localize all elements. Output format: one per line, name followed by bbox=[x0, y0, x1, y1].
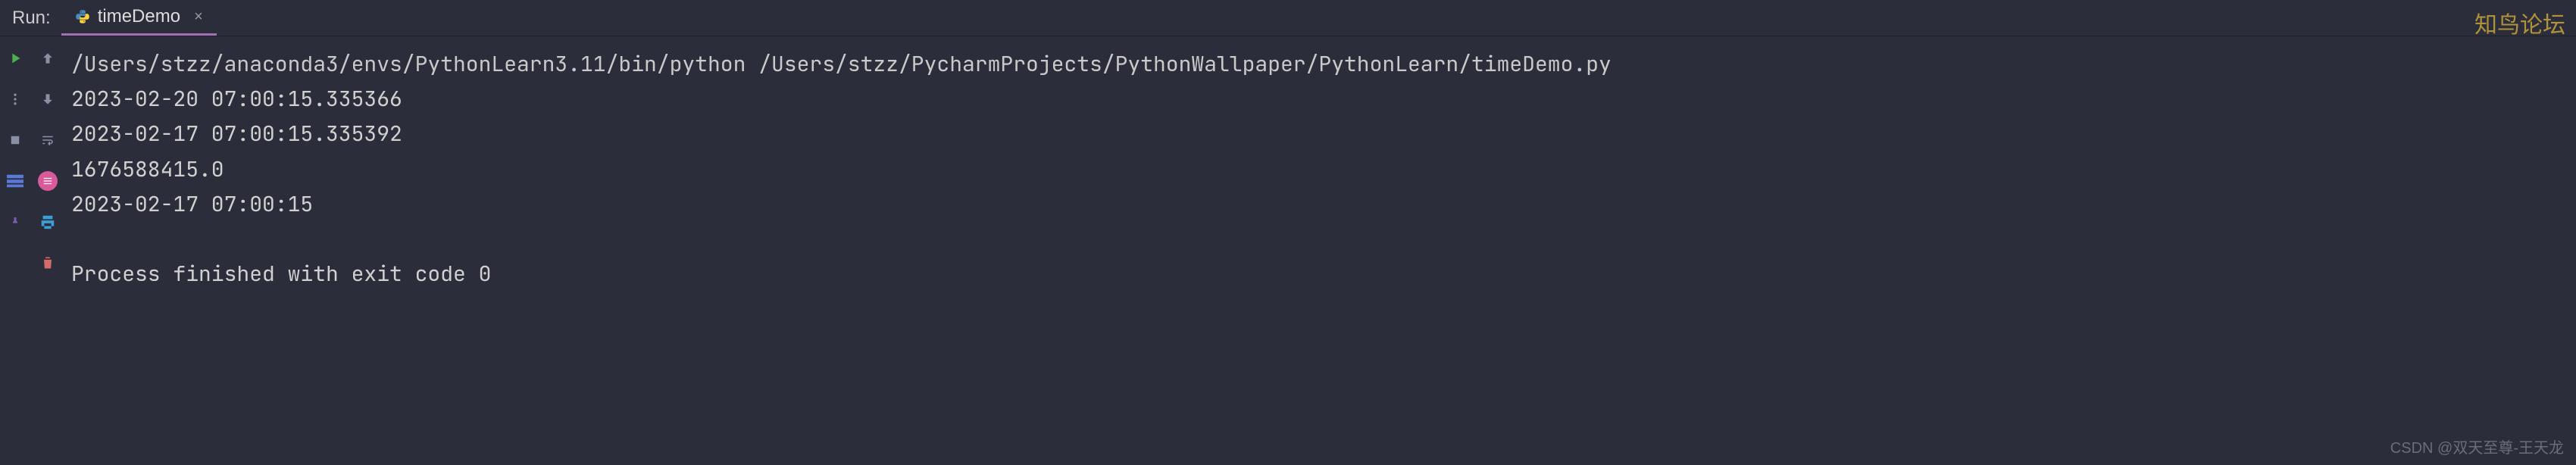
run-button[interactable] bbox=[4, 47, 27, 70]
console-line: 2023-02-20 07:00:15.335366 bbox=[71, 85, 402, 113]
run-tab-label: timeDemo bbox=[98, 6, 180, 27]
trace-button[interactable] bbox=[36, 170, 59, 192]
console-command-line: /Users/stzz/anaconda3/envs/PythonLearn3.… bbox=[71, 50, 1612, 78]
layout-button[interactable] bbox=[4, 170, 27, 192]
console-line: 2023-02-17 07:00:15 bbox=[71, 190, 313, 218]
run-toolbar: Run: timeDemo × bbox=[0, 0, 2576, 36]
watermark-top-right: 知鸟论坛 bbox=[2474, 6, 2565, 39]
console-output[interactable]: /Users/stzz/anaconda3/envs/PythonLearn3.… bbox=[65, 36, 2576, 465]
clear-button[interactable] bbox=[36, 251, 59, 274]
scroll-up-button[interactable] bbox=[36, 47, 59, 70]
stop-button[interactable] bbox=[4, 129, 27, 151]
scroll-down-button[interactable] bbox=[36, 88, 59, 111]
watermark-bottom-right: CSDN @双天至尊-王天龙 bbox=[2390, 435, 2564, 457]
soft-wrap-button[interactable] bbox=[36, 129, 59, 151]
console-line: 1676588415.0 bbox=[71, 155, 224, 183]
close-icon[interactable]: × bbox=[194, 8, 203, 26]
console-exit-line: Process finished with exit code 0 bbox=[71, 260, 491, 288]
gutter-right bbox=[30, 36, 65, 465]
print-button[interactable] bbox=[36, 211, 59, 233]
gutter-left bbox=[0, 36, 30, 465]
run-panel-label: Run: bbox=[0, 8, 61, 29]
trace-icon bbox=[38, 171, 58, 191]
more-button[interactable] bbox=[4, 88, 27, 111]
pin-button[interactable] bbox=[4, 211, 27, 233]
console-line: 2023-02-17 07:00:15.335392 bbox=[71, 120, 402, 148]
run-tab-timedemo[interactable]: timeDemo × bbox=[61, 0, 217, 36]
python-file-icon bbox=[75, 9, 90, 24]
run-body: /Users/stzz/anaconda3/envs/PythonLearn3.… bbox=[0, 36, 2576, 465]
